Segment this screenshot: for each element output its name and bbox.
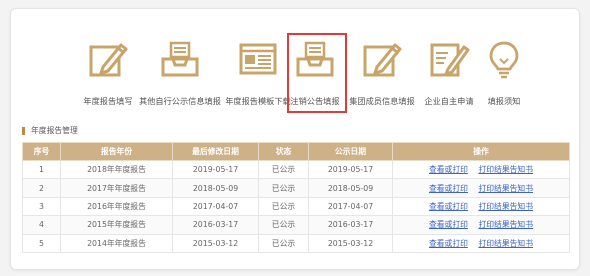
toolbar-label: 年度报告填写 [83, 96, 133, 106]
cell-no: 2 [22, 178, 61, 198]
cell-published: 2018-05-09 [308, 178, 393, 198]
cell-year: 2017年年度报告 [60, 178, 173, 198]
cell-no: 1 [22, 159, 61, 180]
toolbar: 年度报告填写 其他自行公示信息填报 年度报告模板下载 注销公告填报 集团成员信息… [11, 33, 579, 113]
view-print-link[interactable]: 查看或打印 [429, 239, 468, 248]
cell-published: 2017-04-07 [308, 196, 393, 217]
cell-status: 已公示 [258, 215, 309, 235]
toolbar-item-filing-guide[interactable]: 填报须知 [479, 37, 529, 113]
toolbar-item-group-members[interactable]: 集团成员信息填报 [347, 37, 417, 113]
table-row: 4 2015年年度报告 2016-03-17 已公示 2016-03-17 查看… [22, 215, 570, 235]
cell-status: 已公示 [258, 159, 309, 180]
toolbar-item-self-application[interactable]: 企业自主申请 [419, 37, 479, 113]
print-notice-link[interactable]: 打印结果告知书 [478, 239, 533, 248]
print-notice-link[interactable]: 打印结果告知书 [478, 165, 533, 174]
table-row: 5 2014年年度报告 2015-03-12 已公示 2015-03-12 查看… [22, 233, 570, 253]
col-header-modified: 最后修改日期 [172, 142, 259, 161]
cell-published: 2019-05-17 [308, 159, 393, 180]
document-pencil-icon [430, 43, 470, 77]
col-header-year: 报告年份 [60, 142, 173, 161]
lightbulb-icon [489, 41, 519, 79]
cell-modified: 2015-03-12 [172, 233, 259, 253]
view-print-link[interactable]: 查看或打印 [429, 202, 468, 211]
cell-status: 已公示 [258, 178, 309, 198]
cell-actions: 查看或打印 打印结果告知书 [392, 233, 570, 253]
inbox-tray-icon [161, 41, 199, 77]
view-print-link[interactable]: 查看或打印 [429, 220, 468, 229]
template-download-icon [239, 43, 277, 75]
table-row: 3 2016年年度报告 2017-04-07 已公示 2017-04-07 查看… [22, 196, 570, 217]
cell-modified: 2019-05-17 [172, 159, 259, 180]
col-header-published: 公示日期 [308, 142, 393, 161]
view-print-link[interactable]: 查看或打印 [429, 165, 468, 174]
annual-report-table: 序号 报告年份 最后修改日期 状态 公示日期 操作 1 2018年年度报告 20… [22, 142, 570, 253]
print-notice-link[interactable]: 打印结果告知书 [478, 202, 533, 211]
cell-status: 已公示 [258, 196, 309, 217]
cell-modified: 2017-04-07 [172, 196, 259, 217]
toolbar-label: 其他自行公示信息填报 [139, 96, 221, 106]
pencil-edit-icon [89, 43, 128, 77]
cell-year: 2016年年度报告 [60, 196, 173, 217]
toolbar-label: 年度报告模板下载 [225, 96, 291, 106]
cell-status: 已公示 [258, 233, 309, 253]
cell-no: 4 [22, 215, 61, 235]
print-notice-link[interactable]: 打印结果告知书 [478, 220, 533, 229]
table-row: 1 2018年年度报告 2019-05-17 已公示 2019-05-17 查看… [22, 159, 570, 180]
col-header-no: 序号 [22, 142, 61, 161]
print-notice-link[interactable]: 打印结果告知书 [478, 184, 533, 193]
toolbar-item-other-disclosure[interactable]: 其他自行公示信息填报 [139, 37, 221, 113]
toolbar-item-template-download[interactable]: 年度报告模板下载 [223, 37, 293, 113]
col-header-status: 状态 [258, 142, 309, 161]
toolbar-label: 集团成员信息填报 [349, 96, 415, 106]
cell-no: 5 [22, 233, 61, 253]
cell-published: 2016-03-17 [308, 215, 393, 235]
section-title-text: 年度报告管理 [31, 126, 78, 135]
toolbar-label: 填报须知 [487, 96, 521, 106]
cell-year: 2018年年度报告 [60, 159, 173, 180]
cell-published: 2015-03-12 [308, 233, 393, 253]
cell-no: 3 [22, 196, 61, 217]
toolbar-label: 企业自主申请 [424, 96, 474, 106]
cell-actions: 查看或打印 打印结果告知书 [392, 196, 570, 217]
main-card: 年度报告填写 其他自行公示信息填报 年度报告模板下载 注销公告填报 集团成员信息… [10, 8, 580, 270]
cell-modified: 2018-05-09 [172, 178, 259, 198]
pencil-edit-icon [363, 43, 402, 77]
table-header-row: 序号 报告年份 最后修改日期 状态 公示日期 操作 [22, 142, 570, 161]
cell-actions: 查看或打印 打印结果告知书 [392, 159, 570, 180]
cell-year: 2014年年度报告 [60, 233, 173, 253]
view-print-link[interactable]: 查看或打印 [429, 184, 468, 193]
section-title: 年度报告管理 [22, 125, 78, 136]
selected-highlight [287, 33, 347, 113]
cell-actions: 查看或打印 打印结果告知书 [392, 178, 570, 198]
cell-year: 2015年年度报告 [60, 215, 173, 235]
cell-modified: 2016-03-17 [172, 215, 259, 235]
table-row: 2 2017年年度报告 2018-05-09 已公示 2018-05-09 查看… [22, 178, 570, 198]
cell-actions: 查看或打印 打印结果告知书 [392, 215, 570, 235]
toolbar-item-annual-report[interactable]: 年度报告填写 [73, 37, 143, 113]
col-header-actions: 操作 [392, 142, 570, 161]
section-marker [22, 126, 25, 135]
